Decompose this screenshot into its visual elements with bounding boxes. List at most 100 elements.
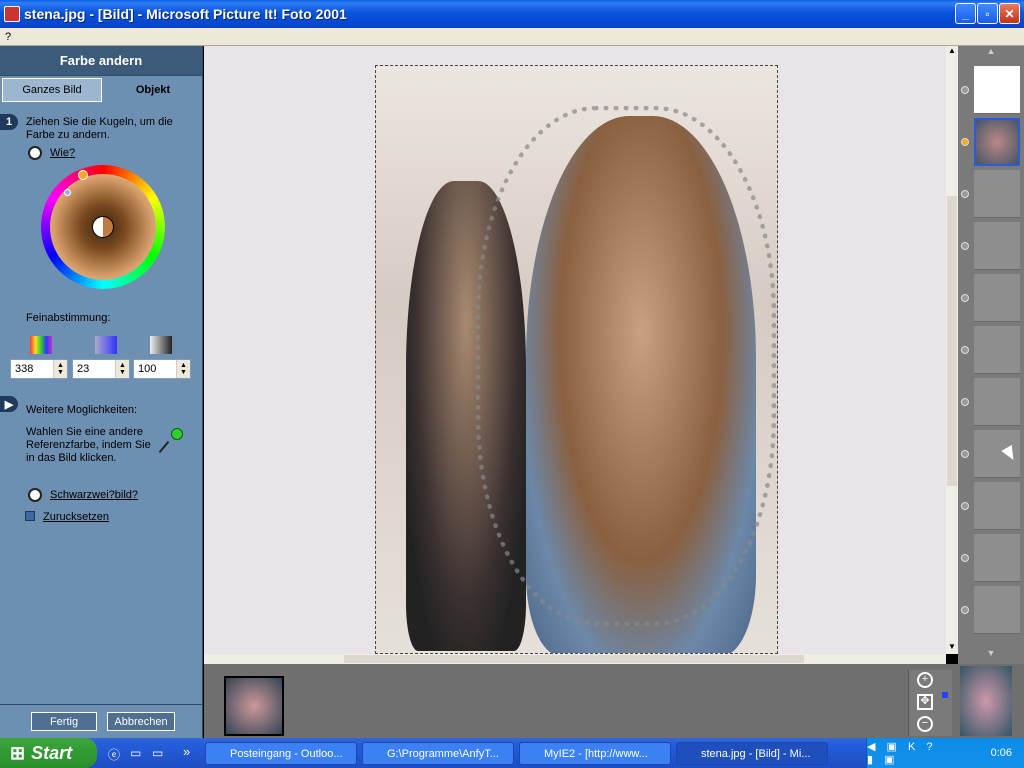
film-dot[interactable] [961, 294, 969, 302]
zoom-slider-thumb[interactable] [942, 692, 948, 698]
hscroll-thumb[interactable] [344, 655, 804, 663]
start-button[interactable]: ⊞ Start [0, 738, 97, 768]
minimize-button[interactable]: _ [955, 3, 976, 24]
film-dot[interactable] [961, 346, 969, 354]
image-canvas[interactable] [204, 46, 946, 654]
task-myie2[interactable]: MyIE2 - [http://www... [519, 742, 671, 765]
horizontal-scrollbar[interactable] [204, 654, 946, 664]
saturation-icon [95, 336, 117, 354]
bw-image-link[interactable]: Schwarzwei?bild? [50, 489, 138, 502]
color-wheel-center[interactable] [92, 216, 114, 238]
preview-thumbnail [960, 666, 1012, 736]
windows-logo-icon: ⊞ [10, 742, 26, 763]
scroll-thumb[interactable] [947, 196, 957, 486]
film-slot[interactable] [974, 378, 1020, 426]
window-title: stena.jpg - [Bild] - Microsoft Picture I… [24, 6, 347, 22]
fit-icon[interactable]: ✥ [917, 694, 933, 710]
brightness-spin-arrows[interactable]: ▲ ▼ [176, 360, 190, 378]
fine-tuning-label: Feinabstimmung: [26, 312, 111, 324]
title-bar: stena.jpg - [Bild] - Microsoft Picture I… [0, 0, 1024, 28]
film-dot-active[interactable] [961, 138, 969, 146]
film-dot[interactable] [961, 242, 969, 250]
task-explorer[interactable]: G:\Programme\AnfyT... [362, 742, 514, 765]
start-label: Start [31, 742, 73, 763]
film-dot[interactable] [961, 398, 969, 406]
film-up-arrow[interactable]: ▲ [958, 46, 1024, 60]
more-options-label: Weitere Moglichkeiten: [26, 404, 138, 416]
quicklaunch-ie-icon[interactable]: ⓔ [108, 746, 120, 763]
film-slot[interactable] [974, 482, 1020, 530]
vertical-scrollbar[interactable]: ▲ ▼ [946, 46, 958, 654]
quicklaunch-icon[interactable]: ▭ [130, 746, 141, 760]
saturation-spin-arrows[interactable]: ▲ ▼ [115, 360, 129, 378]
hue-spin-arrows[interactable]: ▲ ▼ [53, 360, 67, 378]
menu-help[interactable]: ? [5, 31, 11, 43]
film-dot[interactable] [961, 502, 969, 510]
panel-divider [0, 704, 202, 705]
lightbulb-icon [28, 488, 42, 502]
zoom-in-icon[interactable]: + [917, 672, 933, 688]
reset-link[interactable]: Zurucksetzen [43, 511, 109, 524]
scroll-up-arrow[interactable]: ▲ [946, 46, 958, 58]
panel-tabs: Ganzes Bild Objekt [0, 78, 202, 102]
saturation-handle[interactable] [64, 189, 71, 196]
close-button[interactable]: ✕ [999, 3, 1020, 24]
photo[interactable] [375, 65, 778, 654]
zoom-out-icon[interactable]: − [917, 716, 933, 732]
done-button[interactable]: Fertig [31, 712, 97, 731]
step-number: 1 [0, 114, 18, 130]
app-icon[interactable] [4, 6, 20, 22]
film-dot[interactable] [961, 554, 969, 562]
film-slot[interactable] [974, 586, 1020, 634]
tray-thumbnail[interactable] [224, 676, 284, 736]
color-wheel[interactable] [41, 165, 165, 289]
film-slot[interactable] [974, 222, 1020, 270]
film-slot[interactable] [974, 170, 1020, 218]
scroll-down-arrow[interactable]: ▼ [946, 642, 958, 654]
system-tray: ◀ ▣ K ? ▮ ▣ 0:06 [866, 738, 1024, 768]
filmstrip: ▲ ▼ [958, 46, 1024, 664]
lightbulb-icon [28, 146, 42, 160]
brightness-spinner[interactable]: 100 ▲ ▼ [133, 359, 191, 379]
film-dot[interactable] [961, 190, 969, 198]
film-thumb-sketch[interactable] [974, 66, 1020, 114]
chain-overlay [476, 106, 776, 626]
quicklaunch-overflow[interactable]: » [183, 744, 190, 759]
saturation-value[interactable]: 23 [73, 360, 115, 378]
task-picture-it[interactable]: stena.jpg - [Bild] - Mi... [676, 742, 828, 765]
film-slot[interactable] [974, 534, 1020, 582]
menu-bar: ? [0, 28, 1024, 46]
step1-text: Ziehen Sie die Kugeln, um die Farbe zu a… [26, 116, 173, 141]
quicklaunch-icon[interactable]: ▭ [152, 746, 163, 760]
hue-value[interactable]: 338 [11, 360, 53, 378]
left-panel: Farbe andern Ganzes Bild Objekt 1 Ziehen… [0, 46, 203, 738]
more-options-text: Wahlen Sie eine andere Referenzfarbe, in… [26, 426, 151, 464]
film-thumb-photo[interactable] [974, 118, 1020, 166]
brightness-value[interactable]: 100 [134, 360, 176, 378]
film-slot[interactable] [974, 326, 1020, 374]
hue-icon [30, 336, 52, 354]
saturation-spinner[interactable]: 23 ▲ ▼ [72, 359, 130, 379]
zoom-controls: + ✥ − [908, 670, 952, 736]
cancel-button[interactable]: Abbrechen [107, 712, 175, 731]
hue-handle[interactable] [78, 170, 88, 180]
film-dot[interactable] [961, 86, 969, 94]
brightness-icon [150, 336, 172, 354]
tab-ganzes-bild[interactable]: Ganzes Bild [2, 78, 102, 102]
film-slot[interactable] [974, 274, 1020, 322]
panel-header: Farbe andern [0, 46, 202, 76]
reset-icon[interactable] [25, 511, 35, 521]
hue-spinner[interactable]: 338 ▲ ▼ [10, 359, 68, 379]
expand-arrow-icon[interactable]: ▶ [0, 396, 18, 412]
tab-objekt[interactable]: Objekt [104, 78, 202, 102]
restore-button[interactable]: ▫ [977, 3, 998, 24]
eyedropper-icon[interactable] [158, 428, 184, 454]
clock[interactable]: 0:06 [991, 747, 1012, 759]
film-dot[interactable] [961, 606, 969, 614]
how-link[interactable]: Wie? [50, 147, 75, 160]
task-outlook[interactable]: Posteingang - Outloo... [205, 742, 357, 765]
bottom-tray: + ✥ − [204, 664, 1024, 738]
film-down-arrow[interactable]: ▼ [958, 648, 1024, 662]
film-dot[interactable] [961, 450, 969, 458]
tray-icons[interactable]: ◀ ▣ K ? ▮ ▣ [867, 740, 951, 766]
